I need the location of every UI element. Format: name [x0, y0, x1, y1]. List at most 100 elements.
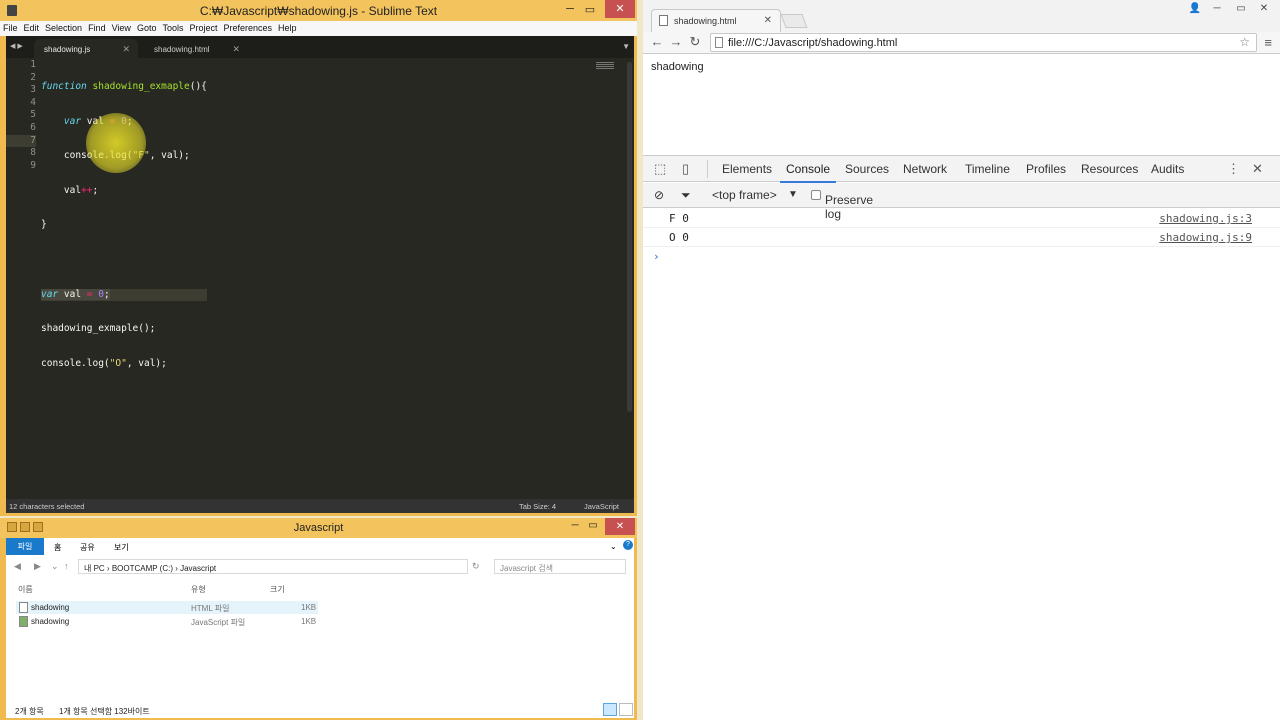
- minimize-icon[interactable]: ─: [568, 520, 582, 531]
- console-source-link[interactable]: shadowing.js:3: [1159, 212, 1252, 225]
- tab-close-icon[interactable]: ✕: [764, 15, 772, 26]
- device-mode-icon[interactable]: ▯: [682, 161, 689, 177]
- tab-close-icon[interactable]: ✕: [232, 44, 240, 55]
- bookmark-star-icon[interactable]: ☆: [1239, 35, 1250, 49]
- frame-selector[interactable]: <top frame>: [712, 188, 777, 202]
- sublime-window: C:₩Javascript₩shadowing.js - Sublime Tex…: [0, 0, 637, 516]
- devtools-close-icon[interactable]: ✕: [1252, 161, 1263, 177]
- minimize-icon[interactable]: ─: [563, 3, 577, 15]
- refresh-icon[interactable]: ↻: [472, 561, 480, 572]
- up-icon[interactable]: ↑: [64, 561, 69, 571]
- explorer-title: Javascript: [293, 522, 344, 534]
- breadcrumb-pc[interactable]: 내 PC: [84, 564, 105, 573]
- console-message: O 0 shadowing.js:9: [643, 228, 1280, 247]
- tab-profiles[interactable]: Profiles: [1026, 162, 1066, 176]
- tab-network[interactable]: Network: [903, 162, 947, 176]
- reload-icon[interactable]: ↻: [687, 34, 703, 50]
- help-icon[interactable]: ?: [623, 540, 633, 550]
- frame-dropdown-icon[interactable]: ▼: [788, 189, 798, 200]
- minimap[interactable]: [596, 62, 614, 72]
- explorer-statusbar: 2개 항목 1개 항목 선택함 132바이트: [6, 703, 634, 718]
- tab-audits[interactable]: Audits: [1151, 162, 1184, 176]
- menu-help[interactable]: Help: [275, 21, 300, 33]
- menu-edit[interactable]: Edit: [21, 21, 43, 33]
- line-number: 9: [30, 159, 36, 171]
- search-input[interactable]: Javascript 검색: [494, 559, 626, 574]
- column-size[interactable]: 크기: [270, 584, 285, 595]
- tab-shadowing-html[interactable]: shadowing.html ✕: [144, 39, 248, 58]
- code-line: function shadowing_exmaple(){: [41, 81, 207, 92]
- profile-icon[interactable]: 👤: [1188, 3, 1202, 14]
- devtools-menu-icon[interactable]: ⋮: [1227, 161, 1240, 177]
- maximize-icon[interactable]: ▭: [583, 3, 597, 16]
- tab-timeline[interactable]: Timeline: [965, 162, 1010, 176]
- ribbon-expand-icon[interactable]: ⌄: [610, 542, 617, 551]
- forward-icon[interactable]: ▶: [34, 561, 41, 572]
- menu-tools[interactable]: Tools: [159, 21, 186, 33]
- file-row[interactable]: shadowing JavaScript 파일 1KB: [16, 615, 318, 628]
- ribbon-view-tab[interactable]: 보기: [114, 542, 129, 553]
- url-text: file:///C:/Javascript/shadowing.html: [728, 37, 898, 49]
- back-icon[interactable]: ←: [649, 34, 665, 49]
- menu-preferences[interactable]: Preferences: [220, 21, 275, 33]
- back-icon[interactable]: ◀: [14, 561, 21, 572]
- code-editor[interactable]: 1 2 3 4 5 6 7 8 9 function shadowing_exm…: [6, 58, 634, 499]
- editor-scrollbar[interactable]: [627, 62, 632, 412]
- url-bar[interactable]: file:///C:/Javascript/shadowing.html ☆: [710, 33, 1257, 52]
- line-number: 1: [30, 59, 36, 70]
- chrome-menu-icon[interactable]: ≡: [1264, 35, 1272, 50]
- recent-dropdown-icon[interactable]: ⌄: [51, 561, 59, 572]
- clear-console-icon[interactable]: ⊘: [654, 188, 664, 202]
- new-tab-button[interactable]: [780, 14, 808, 28]
- menu-selection[interactable]: Selection: [42, 21, 85, 33]
- menu-file[interactable]: File: [0, 21, 21, 33]
- tab-elements[interactable]: Elements: [722, 162, 772, 176]
- devtools-tabbar: ⬚ ▯ Elements Console Sources Network Tim…: [643, 156, 1280, 183]
- minimize-icon[interactable]: ─: [1210, 3, 1224, 14]
- maximize-icon[interactable]: ▭: [586, 520, 600, 531]
- address-input[interactable]: 내 PC › BOOTCAMP (C:) › Javascript: [78, 559, 468, 574]
- ribbon-file-tab[interactable]: 파일: [6, 538, 44, 555]
- ribbon-share-tab[interactable]: 공유: [80, 542, 95, 553]
- browser-tab[interactable]: shadowing.html ✕: [651, 9, 781, 32]
- details-view-icon[interactable]: [603, 703, 617, 716]
- column-name[interactable]: 이름: [18, 584, 33, 595]
- close-icon[interactable]: ✕: [605, 0, 635, 18]
- menu-view[interactable]: View: [109, 21, 134, 33]
- large-icons-view-icon[interactable]: [619, 703, 633, 716]
- explorer-window: Javascript ─ ▭ ✕ 파일 홈 공유 보기 ⌄ ? ◀ ▶ ⌄ ↑ …: [0, 518, 637, 720]
- tab-resources[interactable]: Resources: [1081, 162, 1138, 176]
- file-row[interactable]: shadowing HTML 파일 1KB: [16, 601, 318, 614]
- inspect-element-icon[interactable]: ⬚: [654, 161, 666, 177]
- tab-nav-arrows-icon[interactable]: ◀ ▶: [10, 42, 23, 50]
- preserve-log-checkbox[interactable]: Preserve log: [811, 188, 873, 221]
- breadcrumb-folder[interactable]: Javascript: [180, 564, 216, 573]
- menu-project[interactable]: Project: [186, 21, 220, 33]
- tab-console[interactable]: Console: [779, 162, 837, 183]
- tab-close-icon[interactable]: ✕: [122, 44, 130, 55]
- syntax-status[interactable]: JavaScript: [584, 502, 619, 511]
- line-number: 3: [30, 84, 36, 96]
- close-icon[interactable]: ✕: [1257, 3, 1271, 14]
- filter-icon[interactable]: ⏷: [681, 188, 691, 203]
- console-prompt-line[interactable]: ›: [643, 247, 1280, 266]
- maximize-icon[interactable]: ▭: [1234, 3, 1248, 14]
- breadcrumb-drive[interactable]: BOOTCAMP (C:): [112, 564, 173, 573]
- ribbon-home-tab[interactable]: 홈: [54, 542, 61, 553]
- tab-shadowing-js[interactable]: shadowing.js ✕: [34, 39, 138, 58]
- explorer-titlebar: Javascript ─ ▭ ✕: [0, 518, 637, 538]
- close-icon[interactable]: ✕: [605, 518, 635, 535]
- file-list: 이름 유형 크기 shadowing HTML 파일 1KB shadowing…: [6, 578, 634, 703]
- console-source-link[interactable]: shadowing.js:9: [1159, 231, 1252, 244]
- line-number: 4: [30, 96, 36, 108]
- checkbox-icon[interactable]: [811, 190, 821, 200]
- line-number: 5: [30, 109, 36, 121]
- tab-sources[interactable]: Sources: [845, 162, 889, 176]
- forward-icon[interactable]: →: [668, 34, 684, 49]
- menu-find[interactable]: Find: [85, 21, 109, 33]
- menu-goto[interactable]: Goto: [134, 21, 160, 33]
- column-type[interactable]: 유형: [191, 584, 206, 595]
- tab-dropdown-icon[interactable]: ▼: [622, 42, 630, 51]
- tab-size-status[interactable]: Tab Size: 4: [519, 502, 556, 511]
